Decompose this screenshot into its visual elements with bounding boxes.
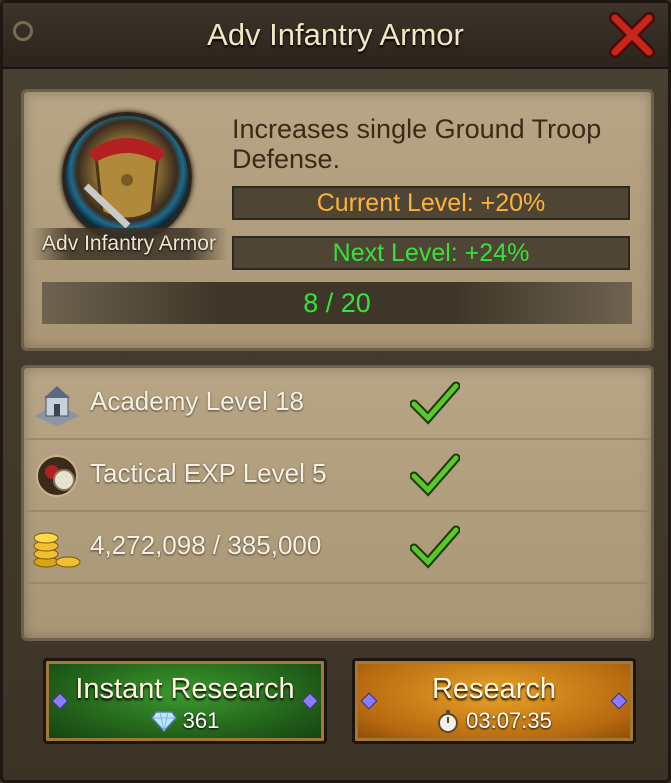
gold-icon bbox=[33, 532, 81, 568]
next-level: Next Level: +24% bbox=[232, 236, 630, 270]
research-time: 03:07:35 bbox=[355, 708, 633, 734]
research-progress: 8 / 20 bbox=[42, 282, 632, 324]
research-info-panel: Adv Infantry Armor Increases single Grou… bbox=[21, 89, 654, 351]
instant-cost-value: 361 bbox=[182, 708, 220, 733]
requirement-row: Tactical EXP Level 5 bbox=[24, 440, 651, 512]
research-window: Adv Infantry Armor Adv Infantry Armor In… bbox=[0, 0, 671, 783]
research-label: Research bbox=[431, 673, 557, 705]
check-icon bbox=[410, 453, 460, 497]
requirement-row: Academy Level 18 bbox=[24, 368, 651, 440]
requirements-panel: Academy Level 18 Tactical EXP Level 5 4,… bbox=[21, 365, 654, 641]
infantry-armor-icon bbox=[62, 112, 192, 242]
requirement-label: Academy Level 18 bbox=[90, 386, 304, 416]
research-time-value: 03:07:35 bbox=[466, 708, 552, 733]
academy-icon bbox=[34, 386, 80, 426]
close-x-icon bbox=[609, 12, 655, 58]
current-level: Current Level: +20% bbox=[232, 186, 630, 220]
requirement-label: Tactical EXP Level 5 bbox=[90, 458, 327, 488]
title-bar: Adv Infantry Armor bbox=[3, 3, 668, 69]
instant-research-label: Instant Research bbox=[75, 673, 295, 705]
tactical-exp-icon bbox=[36, 455, 78, 497]
diamond-icon bbox=[150, 711, 177, 732]
instant-cost: 361 bbox=[46, 708, 324, 734]
requirement-label: 4,272,098 / 385,000 bbox=[90, 530, 322, 560]
check-icon bbox=[410, 381, 460, 425]
research-button[interactable]: Research 03:07:35 bbox=[352, 658, 636, 744]
window-title: Adv Infantry Armor bbox=[207, 17, 464, 52]
close-button[interactable] bbox=[606, 9, 658, 61]
requirement-row: 4,272,098 / 385,000 bbox=[24, 512, 651, 584]
stopwatch-icon bbox=[438, 710, 459, 733]
check-icon bbox=[410, 525, 460, 569]
instant-research-button[interactable]: Instant Research 361 bbox=[43, 658, 327, 744]
research-icon-caption: Adv Infantry Armor bbox=[30, 228, 228, 260]
research-description: Increases single Ground Troop Defense. bbox=[232, 114, 602, 174]
